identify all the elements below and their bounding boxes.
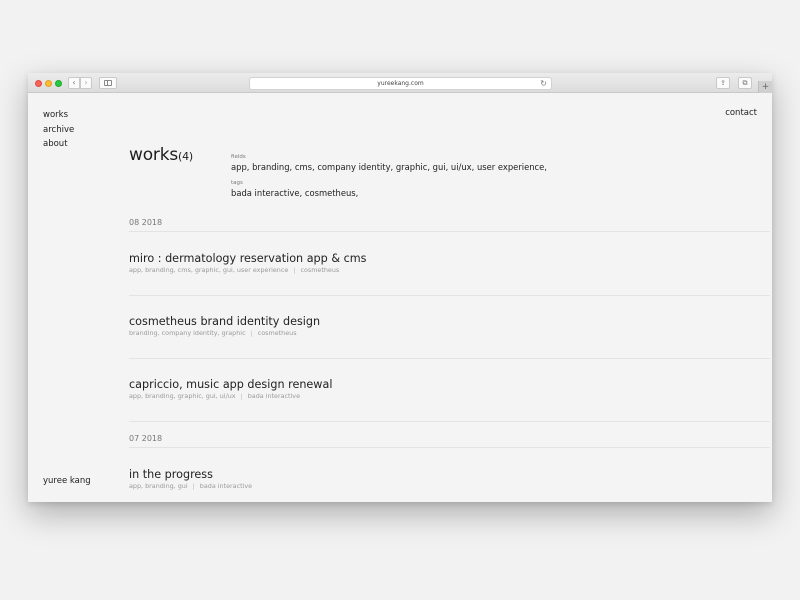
divider xyxy=(129,231,770,232)
project-fields: app, branding, cms, graphic, gui, user e… xyxy=(129,266,289,274)
minimize-window-button[interactable] xyxy=(45,80,52,87)
address-bar[interactable]: yureekang.com ↻ xyxy=(249,77,552,90)
project-title-link[interactable]: miro : dermatology reservation app & cms xyxy=(129,252,366,265)
nav-item-archive[interactable]: archive xyxy=(43,123,74,138)
sidebar-toggle-icon[interactable] xyxy=(99,77,117,89)
meta-separator: | xyxy=(250,329,253,337)
nav-item-works[interactable]: works xyxy=(43,108,74,123)
back-icon[interactable]: ‹ xyxy=(68,77,80,89)
project-meta: app, branding, gui | bada interactive xyxy=(129,482,252,490)
fields-value: app, branding, cms, company identity, gr… xyxy=(231,162,547,172)
page-title-text: works xyxy=(129,145,178,165)
project-meta: branding, company identity, graphic | cosm… xyxy=(129,329,297,337)
tabs-overview-icon[interactable]: ⧉ xyxy=(738,77,752,89)
group-date: 08 2018 xyxy=(129,218,163,227)
page-content: works archive about contact yuree kang w… xyxy=(28,94,772,502)
divider xyxy=(129,295,770,296)
fields-label: fields xyxy=(231,154,246,160)
project-tag: cosmetheus xyxy=(300,266,340,274)
browser-toolbar: ‹ › yureekang.com ↻ ⇪ ⧉ + xyxy=(28,73,772,93)
forward-icon[interactable]: › xyxy=(80,77,92,89)
site-nav: works archive about xyxy=(43,108,74,152)
meta-separator: | xyxy=(293,266,296,274)
browser-window: ‹ › yureekang.com ↻ ⇪ ⧉ + works archive … xyxy=(28,73,772,502)
project-tag: bada interactive xyxy=(247,392,301,400)
close-window-button[interactable] xyxy=(35,80,42,87)
reload-icon[interactable]: ↻ xyxy=(540,78,547,89)
share-icon[interactable]: ⇪ xyxy=(716,77,730,89)
tags-label: tags xyxy=(231,180,243,186)
project-fields: app, branding, graphic, gui, ui/ux xyxy=(129,392,236,400)
project-fields: branding, company identity, graphic xyxy=(129,329,246,337)
group-date: 07 2018 xyxy=(129,434,163,443)
meta-separator: | xyxy=(192,482,195,490)
divider xyxy=(129,447,770,448)
divider xyxy=(129,421,770,422)
project-meta: app, branding, cms, graphic, gui, user e… xyxy=(129,266,339,274)
new-tab-icon[interactable]: + xyxy=(758,81,772,93)
filter-meta: fields app, branding, cms, company ident… xyxy=(231,153,547,205)
project-tag: cosmetheus xyxy=(257,329,297,337)
meta-separator: | xyxy=(240,392,243,400)
project-fields: app, branding, gui xyxy=(129,482,188,490)
tags-value: bada interactive, cosmetheus, xyxy=(231,188,359,198)
divider xyxy=(129,358,770,359)
project-title-link[interactable]: in the progress xyxy=(129,468,213,481)
project-title-link[interactable]: capriccio, music app design renewal xyxy=(129,378,332,391)
nav-item-about[interactable]: about xyxy=(43,137,74,152)
page-title: works(4) xyxy=(129,145,193,165)
contact-link[interactable]: contact xyxy=(725,108,757,118)
project-title-link[interactable]: cosmetheus brand identity design xyxy=(129,315,320,328)
address-url: yureekang.com xyxy=(377,80,424,87)
author-name[interactable]: yuree kang xyxy=(43,476,91,486)
project-meta: app, branding, graphic, gui, ui/ux | bada … xyxy=(129,392,300,400)
works-count: (4) xyxy=(178,150,193,163)
project-tag: bada interactive xyxy=(199,482,253,490)
zoom-window-button[interactable] xyxy=(55,80,62,87)
